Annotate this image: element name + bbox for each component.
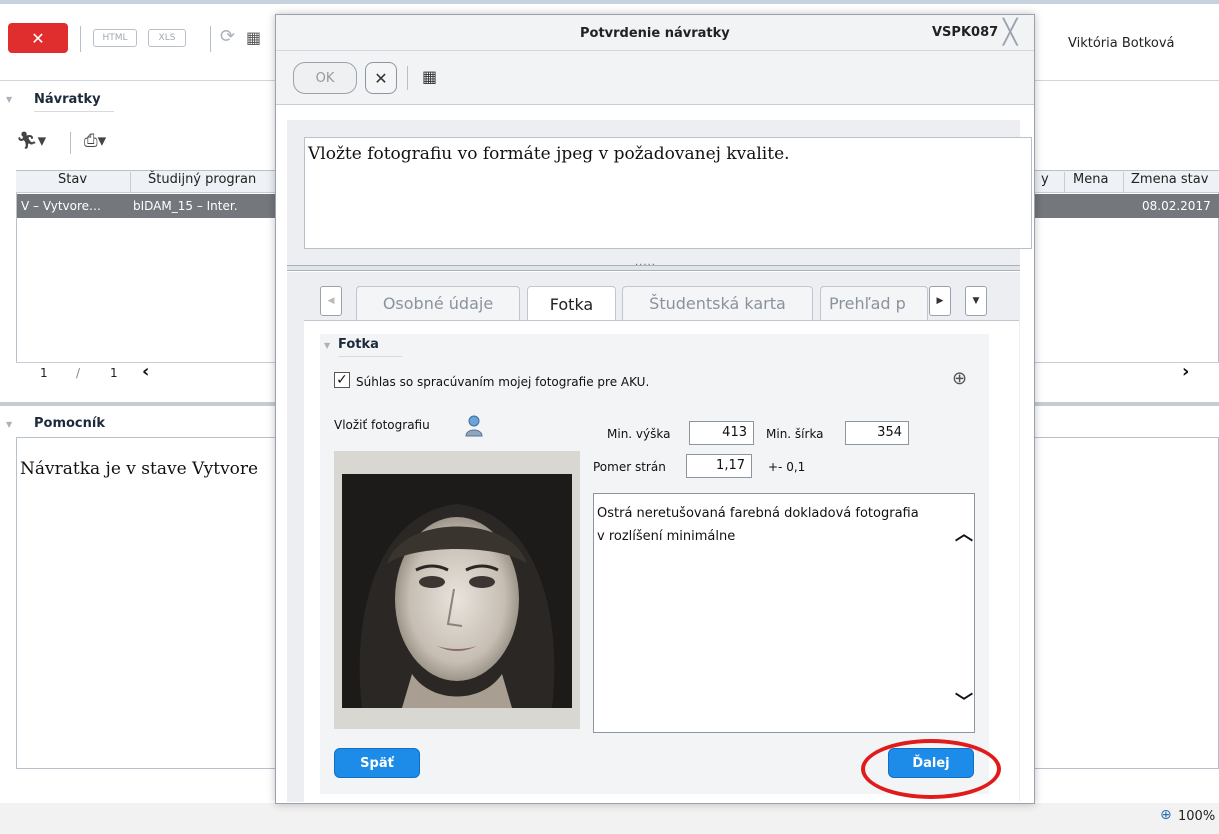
- column-divider: [130, 172, 131, 192]
- ratio-field[interactable]: 1,17: [686, 454, 752, 478]
- tab-scroll-left-icon[interactable]: ◀: [320, 286, 342, 316]
- min-width-field[interactable]: 354: [845, 421, 909, 445]
- toolbar-divider: [80, 26, 81, 52]
- toolbar-divider: [70, 132, 71, 154]
- description-text: Ostrá neretušovaná farebná dokladová fot…: [597, 506, 919, 544]
- layout-icon[interactable]: ▦: [422, 67, 437, 86]
- layout-icon[interactable]: ▦: [246, 28, 261, 47]
- toolbar-divider: [407, 66, 408, 90]
- ratio-tolerance: +- 0,1: [768, 460, 806, 474]
- highlight-annotation: [861, 739, 1001, 799]
- info-text: Vložte fotografiu vo formáte jpeg v poža…: [308, 144, 790, 164]
- scroll-down-icon[interactable]: ﹀: [955, 688, 973, 714]
- cancel-button[interactable]: ✕: [365, 62, 397, 94]
- tab-scroll-right-icon[interactable]: ▶: [929, 286, 951, 316]
- dialog-code: VSPK087: [932, 25, 999, 40]
- column-header-zmena-stavu[interactable]: Zmena stav: [1131, 172, 1208, 187]
- scroll-right-icon[interactable]: ›: [1182, 361, 1189, 382]
- column-divider: [1123, 172, 1124, 192]
- scroll-up-icon[interactable]: ︿: [955, 520, 973, 546]
- scroll-left-icon[interactable]: ‹: [142, 361, 149, 382]
- status-bar: [0, 803, 1219, 834]
- export-xls-button[interactable]: XLS: [148, 29, 186, 47]
- splitter-handle-icon[interactable]: ·····: [635, 260, 656, 271]
- dialog-close-icon[interactable]: ╳: [1003, 18, 1017, 46]
- section-underline: [34, 111, 114, 112]
- column-header-program[interactable]: Študijný progran: [148, 172, 256, 187]
- min-width-label: Min. šírka: [766, 427, 824, 441]
- pager-total-pages: 1: [110, 366, 118, 380]
- helper-text: Návratka je v stave Vytvore: [20, 459, 259, 479]
- section-underline: [338, 356, 402, 357]
- collapse-triangle-icon[interactable]: ▼: [6, 95, 12, 104]
- min-height-label: Min. výška: [607, 427, 671, 441]
- pager-current-page: 1: [40, 366, 48, 380]
- helper-section-title: Pomocník: [34, 416, 105, 431]
- zoom-icon[interactable]: ⊕: [1160, 807, 1172, 823]
- export-html-button[interactable]: HTML: [93, 29, 137, 47]
- consent-label: Súhlas so spracúvaním mojej fotografie p…: [356, 375, 650, 389]
- collapse-triangle-icon[interactable]: ▼: [324, 341, 330, 350]
- row-zmena-stavu: 08.02.2017: [1142, 199, 1211, 213]
- ratio-label: Pomer strán: [593, 460, 666, 474]
- pager-separator: /: [76, 366, 81, 380]
- user-name[interactable]: Viktória Botková: [1068, 36, 1175, 51]
- column-divider: [1064, 172, 1065, 192]
- navratky-section-title: Návratky: [34, 92, 101, 107]
- zoom-in-icon[interactable]: ⊕: [952, 368, 967, 389]
- toolbar-divider: [210, 26, 211, 52]
- row-stav: V – Vytvore…: [21, 199, 102, 213]
- tab-studentska-karta[interactable]: Študentská karta: [622, 286, 813, 320]
- close-app-button[interactable]: ✕: [8, 23, 68, 53]
- zoom-level: 100%: [1178, 809, 1216, 824]
- min-height-field[interactable]: 413: [689, 421, 754, 445]
- print-icon[interactable]: ⎙▾: [84, 131, 106, 151]
- refresh-icon[interactable]: ⟳: [220, 26, 235, 47]
- column-header-mena[interactable]: Mena: [1073, 172, 1108, 187]
- row-program: bIDAM_15 – Inter.: [133, 199, 238, 213]
- person-upload-icon[interactable]: [465, 415, 483, 437]
- tab-prehlad[interactable]: Prehľad p: [820, 286, 928, 320]
- run-action-icon[interactable]: 🏃︎▾: [16, 131, 46, 151]
- tab-fotka[interactable]: Fotka: [527, 286, 616, 322]
- insert-photo-label: Vložiť fotografiu: [334, 418, 430, 432]
- column-header-stav[interactable]: Stav: [58, 172, 87, 187]
- back-button[interactable]: Späť: [334, 748, 420, 778]
- consent-checkbox[interactable]: ✓: [334, 372, 350, 388]
- tab-osobne-udaje[interactable]: Osobné údaje: [356, 286, 520, 320]
- dialog-title: Potvrdenie návratky: [580, 26, 730, 41]
- tab-menu-chevron-down-icon[interactable]: ▼: [965, 286, 987, 316]
- ok-button[interactable]: OK: [293, 62, 357, 94]
- collapse-triangle-icon[interactable]: ▼: [6, 420, 12, 429]
- fotka-section-title: Fotka: [338, 337, 379, 352]
- column-header-partial[interactable]: y: [1041, 172, 1049, 187]
- uploaded-photo: [342, 474, 572, 708]
